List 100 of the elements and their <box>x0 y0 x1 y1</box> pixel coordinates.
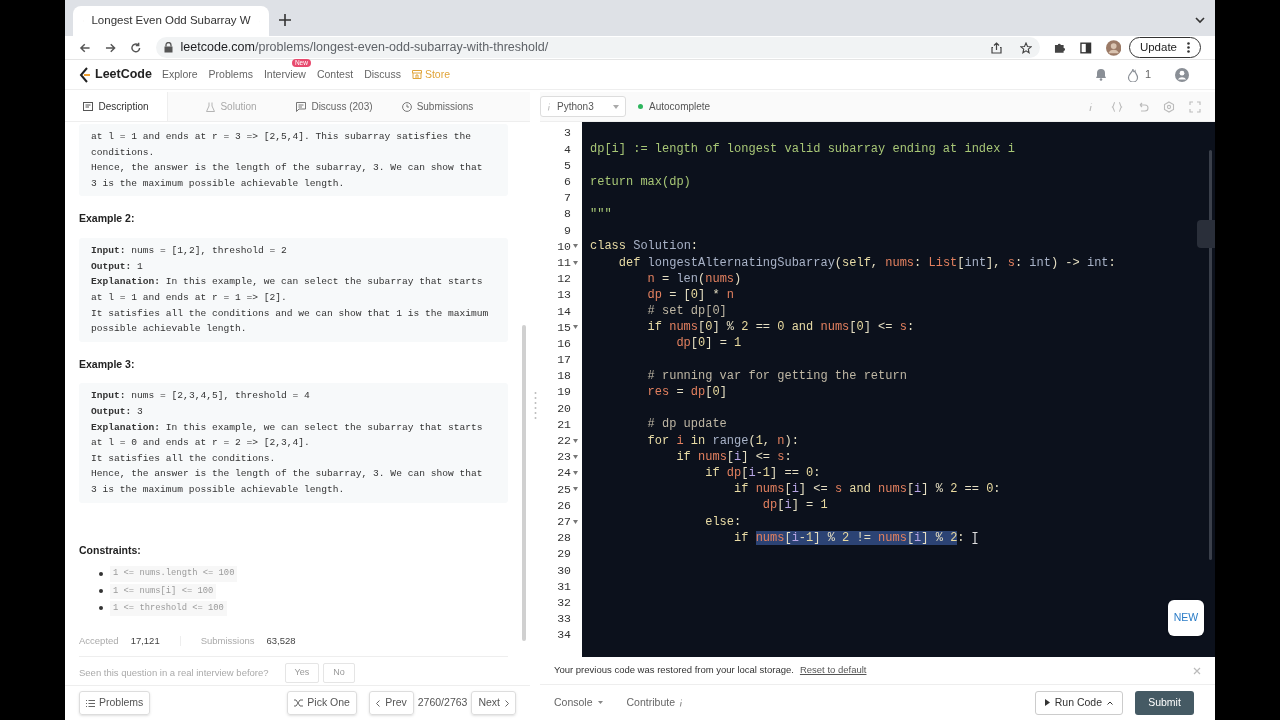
fold-icon[interactable] <box>573 244 578 249</box>
text-cursor-icon <box>971 531 978 544</box>
url-text: leetcode.com/problems/longest-even-odd-subarray-with-threshold/ <box>180 39 550 57</box>
panel-tab[interactable]: Description <box>65 92 168 121</box>
example-line: Hence, the answer is the length of the subarray, 3. We can show that <box>91 161 484 176</box>
code-line[interactable]: else: <box>590 513 742 530</box>
back-icon[interactable] <box>79 41 91 54</box>
code-line[interactable]: return max(dp) <box>590 173 691 190</box>
line-number: 10 <box>557 238 571 255</box>
bullet <box>99 606 103 611</box>
selected-code[interactable]: nums[i-1] % 2 != nums[i] % 2 <box>755 530 958 545</box>
panel-tab[interactable]: Discuss (203) <box>283 92 386 121</box>
code-line[interactable]: if nums[i] <= s: <box>590 448 792 465</box>
fold-icon[interactable] <box>573 438 578 443</box>
more-icon[interactable] <box>1187 42 1190 53</box>
line-number: 5 <box>564 157 571 174</box>
reload-icon[interactable] <box>130 41 142 54</box>
scrollbar[interactable] <box>522 325 526 641</box>
fold-icon[interactable] <box>573 487 578 492</box>
new-tab-icon[interactable] <box>279 14 291 26</box>
example-line: at l = 1 and ends at r = 3 => [2,5,4]. This subarray satisfies the <box>91 130 472 144</box>
example-line: Explanation: In this example, we can select the subarray that starts <box>91 420 484 435</box>
store-icon <box>411 70 422 79</box>
code-line[interactable]: def longestAlternatingSubarray(self, nums: List[int], s: int) -> int: <box>590 254 1116 271</box>
code-line[interactable]: if nums[0] % 2 == 0 and nums[0] <= s: <box>590 319 915 336</box>
forward-icon[interactable] <box>104 41 117 54</box>
avatar-icon[interactable] <box>1105 39 1121 56</box>
code-line[interactable]: for i in range(1, n): <box>590 432 799 449</box>
bullet <box>99 571 103 576</box>
run-code-button[interactable]: Run Code <box>1034 690 1123 715</box>
splitter-handle[interactable] <box>533 391 537 421</box>
fold-icon[interactable] <box>573 519 578 524</box>
code-line[interactable]: """ <box>590 205 612 223</box>
code-line[interactable]: if nums[i] <= s and nums[i] % 2 == 0: <box>590 481 1001 498</box>
example-line: at l = 0 and ends at r = 2 => [2,3,4]. <box>91 436 311 451</box>
contribute-link[interactable]: Contribute <box>626 694 683 711</box>
line-number: 16 <box>557 335 571 352</box>
problem-position: 2760/2763 <box>417 695 468 711</box>
logo-icon[interactable] <box>79 66 91 83</box>
example-line: It satisfies all the conditions and we can show that 1 is the maximum <box>91 306 490 321</box>
code-line[interactable]: class Solution: <box>590 238 699 255</box>
submit-button[interactable]: Submit <box>1135 690 1194 715</box>
line-number: 30 <box>557 562 571 579</box>
nav-link[interactable]: Explore <box>161 66 198 83</box>
problems-button[interactable]: Problems <box>79 691 151 715</box>
line-number: 6 <box>564 174 571 191</box>
code-line[interactable]: res = dp[0] <box>590 384 727 401</box>
streak-count: 1 <box>1144 67 1151 83</box>
prev-button[interactable]: Prev <box>369 691 414 715</box>
new-button[interactable]: NEW <box>1168 600 1204 636</box>
code-line[interactable]: # dp update <box>590 416 727 433</box>
flame-icon[interactable] <box>1126 67 1139 82</box>
chat-icon <box>296 101 307 112</box>
language-dropdown[interactable]: Python3 <box>540 96 626 117</box>
code-line[interactable]: if nums[i-1] % 2 != nums[i] % 2: <box>590 529 965 546</box>
panel-tab[interactable]: Submissions <box>386 92 489 121</box>
nav-link[interactable]: Interview <box>263 66 306 83</box>
share-icon[interactable] <box>991 41 1003 54</box>
browser-tab[interactable]: Longest Even Odd Subarray W <box>73 6 269 36</box>
account-icon[interactable] <box>1175 67 1189 82</box>
stat-label: Submissions <box>200 633 255 648</box>
code-line[interactable]: # set dp[0] <box>590 303 727 320</box>
line-number: 7 <box>564 190 571 207</box>
code-line[interactable]: dp = [0] * n <box>590 286 735 304</box>
star-icon[interactable] <box>1020 41 1033 54</box>
example-line: at l = 1 and ends at r = 1 => [2]. <box>91 290 288 305</box>
flask-icon <box>206 101 216 112</box>
line-number: 24 <box>557 465 571 482</box>
document-icon <box>83 102 94 111</box>
code-line[interactable]: n = len(nums) <box>590 270 742 287</box>
pick-one-button[interactable]: Pick One <box>287 691 357 715</box>
address-bar[interactable]: leetcode.com/problems/longest-even-odd-subarray-with-threshold/ <box>155 37 1041 58</box>
code-line[interactable]: # running var for getting the return <box>590 367 907 384</box>
example-line: 3 is the maximum possible achievable length. <box>91 483 346 497</box>
fold-icon[interactable] <box>573 471 578 476</box>
nav-link[interactable]: Problems <box>208 66 253 83</box>
code-line[interactable]: if dp[i-1] == 0: <box>590 464 821 482</box>
example-line: conditions. <box>91 145 156 160</box>
line-number: 8 <box>564 206 571 223</box>
code-line[interactable]: dp[i] := length of longest valid subarray ending at index i <box>590 141 1015 158</box>
autocomplete-toggle[interactable]: Autocomplete <box>649 99 711 114</box>
chevron-down-icon[interactable] <box>1195 17 1205 24</box>
next-button[interactable]: Next <box>471 691 516 715</box>
nav-link[interactable]: Discuss <box>364 66 401 83</box>
clock-icon <box>401 101 412 112</box>
code-line[interactable]: dp[0] = 1 <box>590 335 742 352</box>
scrollbar[interactable] <box>1209 150 1212 560</box>
fold-icon[interactable] <box>573 325 578 330</box>
code-line[interactable]: dp[i] = 1 <box>590 497 828 514</box>
brand-name[interactable]: LeetCode <box>95 65 152 84</box>
console-dropdown[interactable]: Console <box>554 694 603 711</box>
line-number: 11 <box>557 254 571 271</box>
line-number: 19 <box>557 384 571 401</box>
bell-icon[interactable] <box>1094 68 1107 81</box>
reset-link[interactable]: Reset to default <box>799 663 867 678</box>
fold-icon[interactable] <box>573 454 578 459</box>
fold-icon[interactable] <box>573 260 578 265</box>
constraint-code: 1 <= nums.length <= 100 <box>110 566 238 582</box>
nav-link[interactable]: Contest <box>316 66 354 83</box>
sidebar-icon[interactable] <box>1080 41 1092 54</box>
